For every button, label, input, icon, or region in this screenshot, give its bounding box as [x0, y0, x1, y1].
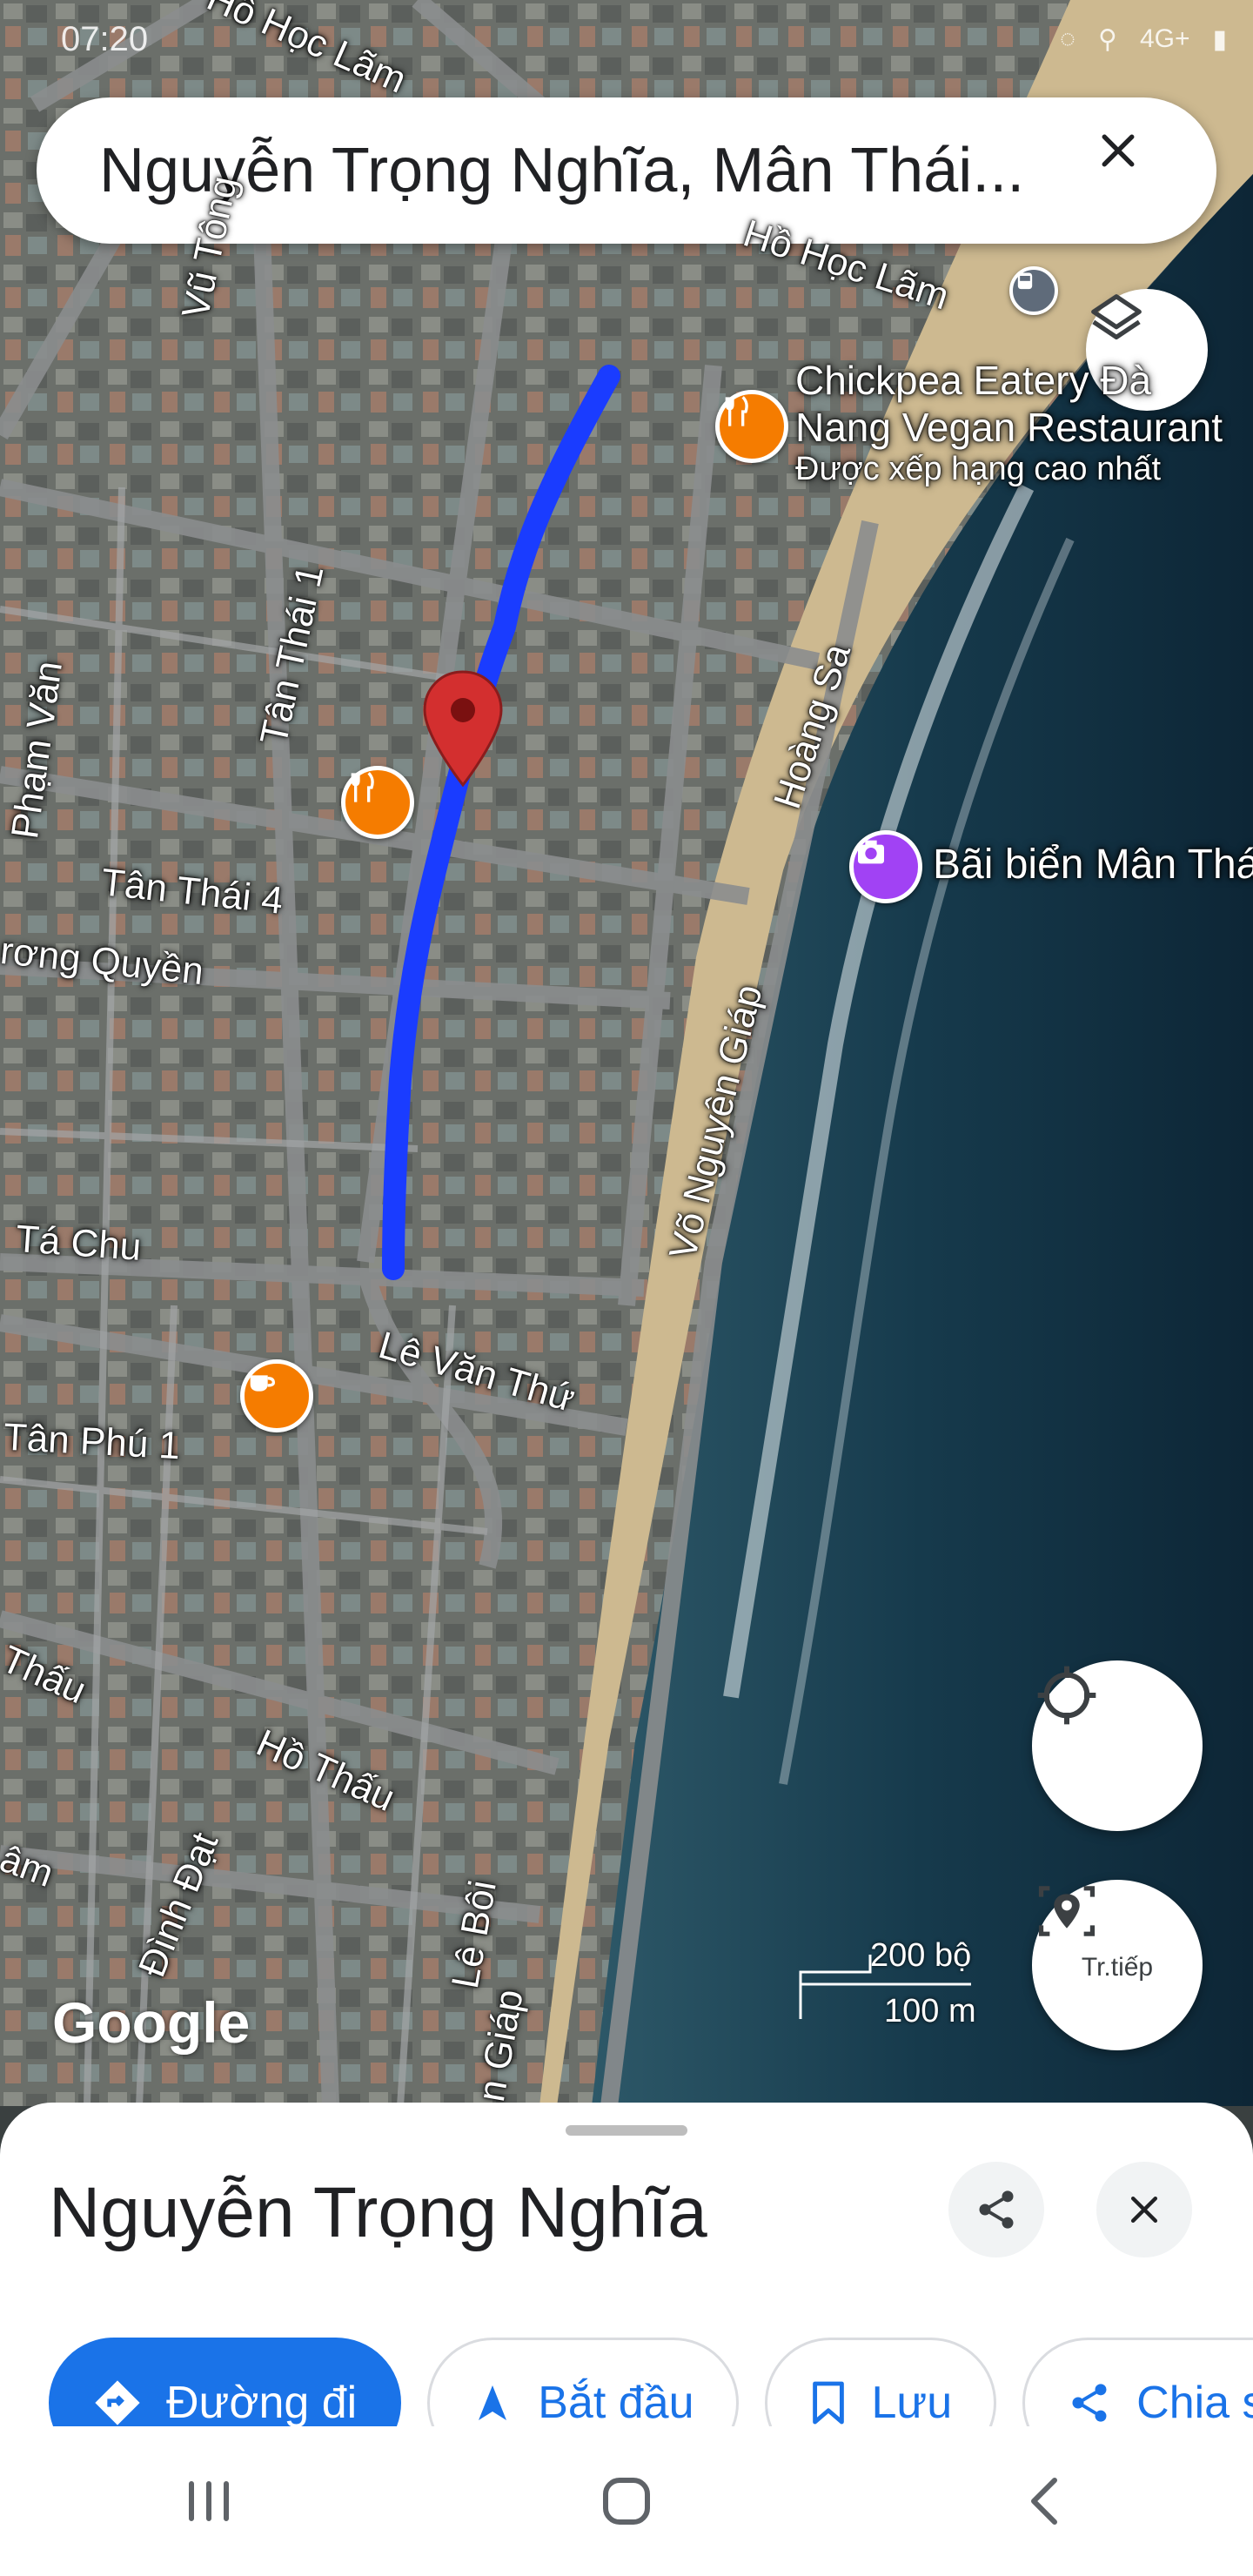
my-location-button[interactable] [1032, 1660, 1203, 1831]
directions-icon [95, 2380, 140, 2425]
restaurant-name-line1: Chickpea Eatery Đà [795, 358, 1152, 403]
action-chips: Đường đi Bắt đầu Lưu Chia sẻ [49, 2338, 1253, 2426]
battery-icon: ▮ [1212, 24, 1227, 54]
bus-stop-icon[interactable] [1009, 266, 1058, 315]
my-location-icon [1037, 1666, 1096, 1725]
back-icon [1031, 2478, 1057, 2525]
street-label: Tá Chu [14, 1218, 143, 1269]
layers-icon [1091, 294, 1142, 340]
map-view[interactable]: 07:20 ◌ ⚲ 4G+ ▮ Nguyễn Trọng Nghĩa, Mân … [0, 0, 1253, 2106]
share-label: Chia sẻ [1136, 2378, 1253, 2426]
place-sheet[interactable]: Nguyễn Trọng Nghĩa Đường đi Bắt đầu Lưu … [0, 2103, 1253, 2426]
cafe-pin-icon[interactable] [240, 1359, 313, 1432]
recent-apps-button[interactable] [122, 2449, 296, 2553]
share-button[interactable] [948, 2162, 1044, 2257]
restaurant-name-line2: Nang Vegan Restaurant [795, 405, 1223, 450]
close-button[interactable] [1096, 2162, 1192, 2257]
restaurant-name[interactable]: Chickpea Eatery Đà Nang Vegan Restaurant… [795, 357, 1223, 488]
status-icons: ◌ ⚲ 4G+ ▮ [1060, 24, 1227, 55]
start-label: Bắt đầu [538, 2378, 694, 2426]
directions-label: Đường đi [166, 2378, 358, 2426]
place-title: Nguyễn Trọng Nghĩa [49, 2173, 707, 2252]
explore-button[interactable]: Tr.tiếp [1032, 1880, 1203, 2050]
explore-location-icon [1038, 1886, 1096, 1936]
recent-apps-icon [189, 2481, 229, 2521]
photo-spot-icon[interactable] [849, 830, 922, 903]
google-logo: Google [52, 1990, 251, 2055]
directions-button[interactable]: Đường đi [49, 2338, 402, 2426]
system-nav-bar [0, 2426, 1253, 2576]
status-time: 07:20 [61, 19, 149, 58]
scale-line [799, 1955, 971, 2019]
restaurant-pin-icon-2[interactable] [341, 766, 414, 839]
save-button[interactable]: Lưu [764, 2338, 997, 2426]
save-label: Lưu [871, 2378, 953, 2426]
share-chip-button[interactable]: Chia sẻ [1022, 2338, 1253, 2426]
restaurant-note: Được xếp hạng cao nhất [795, 451, 1162, 487]
home-button[interactable] [539, 2449, 714, 2553]
home-icon [603, 2478, 650, 2525]
share-icon [1072, 2384, 1107, 2422]
restaurant-pin-icon[interactable] [715, 390, 788, 463]
scale-bar: 200 bộ 100 m [797, 1932, 980, 2036]
street-label: Tân Phú 1 [2, 1415, 182, 1468]
bookmark-icon [812, 2381, 844, 2425]
close-icon [1130, 2196, 1158, 2224]
clear-search-icon[interactable] [1095, 127, 1182, 214]
beach-label[interactable]: Bãi biển Mân Thái [933, 841, 1253, 889]
signal-label: 4G+ [1139, 23, 1190, 53]
start-button[interactable]: Bắt đầu [427, 2338, 739, 2426]
location-status-icon: ⚲ [1097, 24, 1117, 54]
back-button[interactable] [957, 2449, 1131, 2553]
navigation-arrow-icon [479, 2385, 507, 2420]
search-query[interactable]: Nguyễn Trọng Nghĩa, Mân Thái... [99, 135, 1091, 206]
explore-label: Tr.tiếp [1081, 1953, 1154, 1982]
share-icon [979, 2190, 1014, 2229]
wifi-icon: ◌ [1060, 23, 1075, 53]
sheet-drag-handle[interactable] [566, 2125, 687, 2136]
